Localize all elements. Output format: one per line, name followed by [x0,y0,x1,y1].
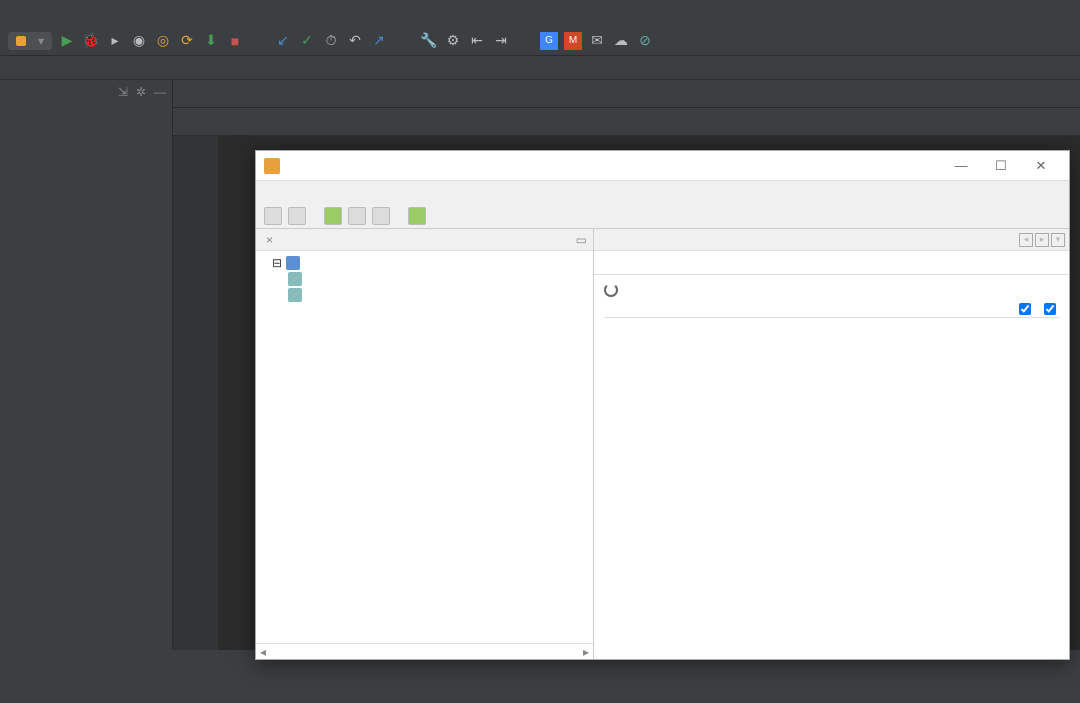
tree-node-snapshot [260,287,589,303]
line-gutter [173,136,218,650]
vvm-tool-5[interactable] [372,207,390,225]
block-icon[interactable]: ⊘ [636,32,654,50]
svn-commit-icon[interactable]: ✓ [298,32,316,50]
snapshot-icon [288,288,302,302]
applications-tree[interactable]: ⊟ [256,251,593,643]
visualvm-applications-pane: × ▭ ⊟ ◂ ▸ [256,229,594,659]
saved-data-checkbox[interactable] [1019,303,1034,315]
google-icon[interactable]: G [540,32,558,50]
tab-list-icon[interactable]: ▾ [1051,233,1065,247]
cloud-icon[interactable]: ☁ [612,32,630,50]
gear-icon[interactable]: ✲ [136,85,146,99]
tab-next-icon[interactable]: ▸ [1035,233,1049,247]
minimize-button[interactable]: — [941,154,981,178]
visualvm-overview-content [594,275,1069,659]
tab-prev-icon[interactable]: ◂ [1019,233,1033,247]
main-menubar [0,0,1080,26]
maximize-button[interactable]: ☐ [981,154,1021,178]
refresh-icon[interactable] [604,283,618,297]
project-sidebar: ⇲ ✲ — [0,80,173,650]
run-button[interactable]: ▶ [58,32,76,50]
host-icon [286,256,300,270]
scroll-right-icon[interactable]: ▸ [583,645,589,659]
run-config-selector[interactable]: ▾ [8,32,52,50]
visualvm-detail-tabs: ◂ ▸ ▾ [594,229,1069,251]
svn-revert-icon[interactable]: ↶ [346,32,364,50]
apply-button[interactable]: ⬇ [202,32,220,50]
svn-update-icon[interactable]: ↙ [274,32,292,50]
expand-icon[interactable]: ⇥ [492,32,510,50]
collapse-all-icon[interactable]: ⇲ [118,85,128,99]
visualvm-toolbar [256,203,1069,229]
vvm-tool-4[interactable] [348,207,366,225]
svn-history-icon[interactable]: ⏱ [322,32,340,50]
bottom-tool-tabs [0,679,8,703]
collapse-icon[interactable]: ⇤ [468,32,486,50]
vvm-tool-1[interactable] [264,207,282,225]
dock-icon[interactable]: ▭ [576,233,587,247]
coverage-button[interactable]: ▸ [106,32,124,50]
vvm-tool-2[interactable] [288,207,306,225]
tree-node-remote [260,271,589,287]
close-icon[interactable]: × [266,233,273,247]
wrench-icon[interactable]: 🔧 [420,32,438,50]
visualvm-window: — ☐ ✕ × ▭ ⊟ ◂▸ [255,150,1070,660]
chevron-down-icon: ▾ [38,34,44,48]
sidebar-toolbar: ⇲ ✲ — [0,80,172,104]
attach-button[interactable]: ⟳ [178,32,196,50]
main-toolbar: ▾ ▶ 🐞 ▸ ◉ ◎ ⟳ ⬇ ■ ↙ ✓ ⏱ ↶ ↗ 🔧 ⚙ ⇤ ⇥ G M … [0,26,1080,56]
editor-tabs-row-2 [173,108,1080,136]
profile-button[interactable]: ◉ [130,32,148,50]
svn-diff-icon[interactable]: ↗ [370,32,388,50]
visualvm-detail-pane: ◂ ▸ ▾ [594,229,1069,659]
stop-button[interactable]: ■ [226,32,244,50]
breadcrumb-bar [0,56,1080,80]
visualvm-icon [264,158,280,174]
debug-button[interactable]: 🐞 [82,32,100,50]
applications-header: × ▭ [256,229,593,251]
details-checkbox[interactable] [1044,303,1059,315]
remote-icon [288,272,302,286]
ms-icon[interactable]: M [564,32,582,50]
vvm-tool-3[interactable] [324,207,342,225]
close-button[interactable]: ✕ [1021,154,1061,178]
editor-tabs-row-1 [173,80,1080,108]
visualvm-menubar [256,181,1069,203]
tree-node-local: ⊟ [260,255,589,271]
visualvm-titlebar[interactable]: — ☐ ✕ [256,151,1069,181]
run-orange-button[interactable]: ◎ [154,32,172,50]
settings-icon[interactable]: ⚙ [444,32,462,50]
visualvm-subtabs [594,251,1069,275]
minimize-icon[interactable]: — [154,85,166,99]
mail-icon[interactable]: ✉ [588,32,606,50]
tomcat-icon [16,36,26,46]
scroll-left-icon[interactable]: ◂ [260,645,266,659]
vvm-tool-6[interactable] [408,207,426,225]
